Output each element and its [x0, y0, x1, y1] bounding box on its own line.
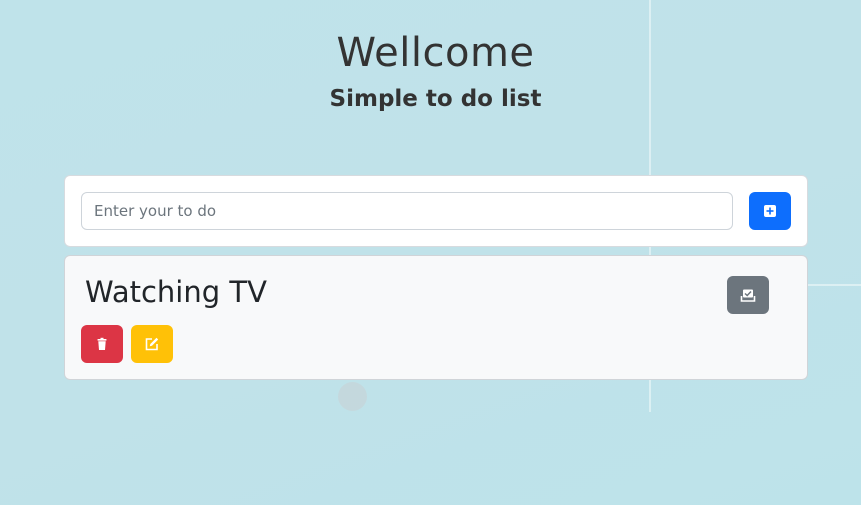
todo-item: Watching TV — [64, 255, 808, 380]
todo-input[interactable] — [81, 192, 733, 230]
page-title: Wellcome — [336, 30, 535, 76]
add-todo-button[interactable] — [749, 192, 791, 230]
plus-square-icon — [764, 205, 776, 217]
background-decoration-line — [808, 284, 861, 286]
todo-item-text: Watching TV — [85, 275, 267, 309]
background-decoration-dot — [338, 382, 367, 411]
check-tray-icon — [740, 289, 756, 302]
edit-pencil-icon — [145, 337, 159, 351]
todo-input-card — [64, 175, 808, 247]
mark-done-button[interactable] — [727, 276, 769, 314]
edit-button[interactable] — [131, 325, 173, 363]
delete-button[interactable] — [81, 325, 123, 363]
trash-icon — [97, 337, 107, 350]
page-subtitle: Simple to do list — [329, 86, 542, 112]
